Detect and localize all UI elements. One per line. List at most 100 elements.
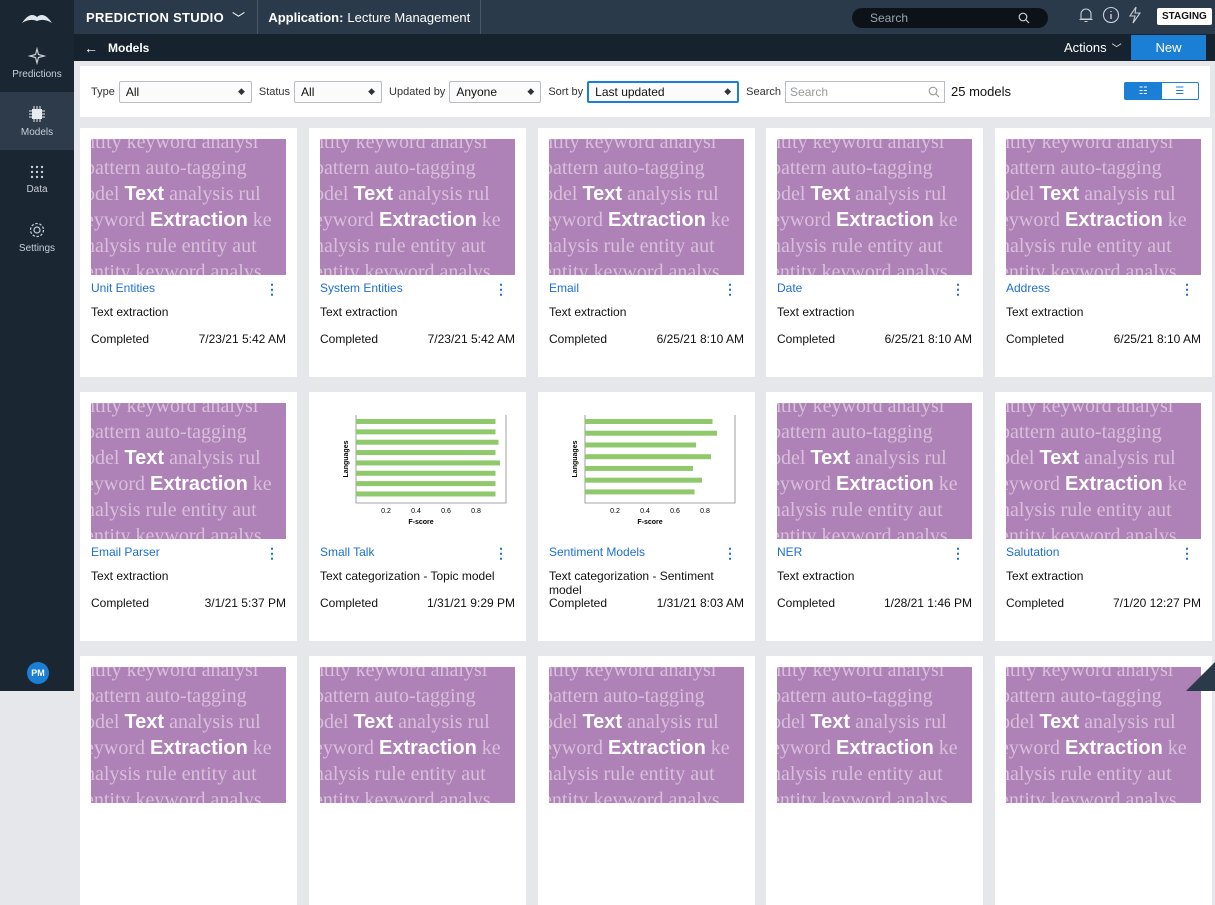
model-title-link[interactable]: Email Parser [91,545,160,559]
kebab-menu-icon[interactable]: ⋮ [1180,281,1194,298]
model-thumbnail: ntity keyword analysi pattern auto-taggin… [777,667,972,803]
page-header: ← Models Actions ﹀ New [74,34,1215,61]
sidebar-item-label: Settings [18,242,56,254]
model-title-link[interactable]: Salutation [1006,545,1059,559]
grid-view-icon[interactable]: ☷ [1125,83,1162,99]
model-card[interactable]: ntity keyword analysi pattern auto-taggin… [80,392,297,641]
model-status: Completed [549,596,608,610]
model-status: Completed [320,596,379,610]
model-title-link[interactable]: Address [1006,281,1050,295]
sparkle-icon [28,46,46,65]
kebab-menu-icon[interactable]: ⋮ [723,545,737,562]
x-tick-label: 0.2 [610,508,620,515]
updated-by-select[interactable]: Anyone ◆ [449,80,542,103]
model-card[interactable]: 0.2 0.4 0.6 0.8 F-score Languages Small Talk ⋮ T… [309,392,526,641]
filter-bar: Type All ◆ Status All ◆ Updated by Anyone ◆… [80,66,1210,117]
model-card[interactable]: ntity keyword analysi pattern auto-taggin… [766,392,983,641]
info-icon[interactable] [1102,6,1120,24]
status-value: All [301,84,315,99]
sidebar-item-data[interactable]: Data [0,150,74,208]
model-thumbnail: ntity keyword analysi pattern auto-taggin… [549,139,744,275]
sort-by-select[interactable]: Last updated ◆ [587,80,740,103]
model-thumbnail: ntity keyword analysi pattern auto-taggin… [1006,139,1201,275]
model-title-link[interactable]: Email [549,281,579,295]
model-status: Completed [91,332,150,346]
kebab-menu-icon[interactable]: ⋮ [265,281,279,298]
model-card[interactable]: ntity keyword analysi pattern auto-taggin… [995,392,1212,641]
kebab-menu-icon[interactable]: ⋮ [723,281,737,298]
model-title-link[interactable]: System Entities [320,281,403,295]
kebab-menu-icon[interactable]: ⋮ [265,545,279,562]
model-type: Text extraction [320,305,398,319]
sidebar-item-settings[interactable]: Settings [0,208,74,266]
studio-name: PREDICTION STUDIO [86,9,224,25]
model-search-input[interactable]: Search [785,80,946,103]
model-card[interactable]: ntity keyword analysi pattern auto-taggin… [309,128,526,377]
model-thumbnail: ntity keyword analysi pattern auto-taggin… [1006,403,1201,539]
model-card[interactable]: ntity keyword analysi pattern auto-taggin… [766,128,983,377]
application-prefix: Application: [268,9,344,25]
settings-corner-icon[interactable] [1186,662,1215,691]
new-button[interactable]: New [1131,35,1206,60]
back-arrow-icon[interactable]: ← [74,40,108,56]
view-toggle: ☷ ☰ [1124,82,1199,100]
chart-bar [356,460,500,466]
chart-bar [356,470,496,476]
chart-thumbnail: 0.2 0.4 0.6 0.8 F-score Languages [320,403,515,539]
model-card[interactable]: ntity keyword analysi pattern auto-taggin… [538,128,755,377]
model-card[interactable]: ntity keyword analysi pattern auto-taggin… [309,656,526,905]
y-axis-label: Languages [572,440,579,477]
model-title-link[interactable]: Small Talk [320,545,374,559]
actions-menu-button[interactable]: Actions ﹀ [1064,34,1122,61]
sidebar-item-models[interactable]: Models [0,92,74,150]
model-type: Text extraction [91,569,169,583]
sidebar-item-label: Models [20,126,54,138]
y-axis-label: Languages [343,440,350,477]
model-type: Text categorization - Sentiment model [549,569,714,597]
type-label: Type [91,85,115,98]
x-tick-label: 0.6 [441,508,451,515]
model-title-link[interactable]: NER [777,545,802,559]
left-sidebar: Predictions Models Data Settings PM [0,0,74,691]
model-thumbnail: ntity keyword analysi pattern auto-taggin… [320,667,515,803]
chart-bar [356,429,496,435]
kebab-menu-icon[interactable]: ⋮ [494,281,508,298]
model-title-link[interactable]: Sentiment Models [549,545,645,559]
chart-bar [356,481,496,487]
model-card[interactable]: ntity keyword analysi pattern auto-taggin… [80,128,297,377]
type-select[interactable]: All ◆ [118,80,252,103]
f-score-chart: 0.2 0.4 0.6 0.8 F-score Languages [343,415,507,526]
status-select[interactable]: All ◆ [294,80,383,103]
sidebar-item-predictions[interactable]: Predictions [0,34,74,92]
sort-by-value: Last updated [595,84,665,99]
model-card[interactable]: ntity keyword analysi pattern auto-taggin… [995,656,1212,905]
model-title-link[interactable]: Date [777,281,802,295]
model-status: Completed [320,332,379,346]
chevron-down-icon: ﹀ [1111,44,1122,55]
model-card[interactable]: ntity keyword analysi pattern auto-taggin… [995,128,1212,377]
avatar[interactable]: PM [27,662,49,684]
kebab-menu-icon[interactable]: ⋮ [951,281,965,298]
studio-switcher[interactable]: PREDICTION STUDIO ﹀ [74,0,259,34]
model-card[interactable]: 0.2 0.4 0.6 0.8 F-score Languages Sentiment Mo… [538,392,755,641]
model-card[interactable]: ntity keyword analysi pattern auto-taggin… [538,656,755,905]
model-type: Text extraction [777,305,855,319]
logo-icon[interactable] [0,0,74,34]
chart-bar [585,454,711,460]
model-updated-date: 1/31/21 9:29 PM [426,596,515,610]
model-title-link[interactable]: Unit Entities [91,281,155,295]
bell-icon[interactable] [1078,6,1094,24]
f-score-chart: 0.2 0.4 0.6 0.8 F-score Languages [572,415,736,526]
list-view-icon[interactable]: ☰ [1162,83,1199,99]
sidebar-item-label: Predictions [12,68,62,80]
kebab-menu-icon[interactable]: ⋮ [951,545,965,562]
model-card[interactable]: ntity keyword analysi pattern auto-taggin… [766,656,983,905]
lightning-icon[interactable] [1128,6,1142,24]
global-search-input[interactable]: Search [852,8,1048,28]
model-card[interactable]: ntity keyword analysi pattern auto-taggin… [80,656,297,905]
kebab-menu-icon[interactable]: ⋮ [1180,545,1194,562]
model-status: Completed [91,596,150,610]
model-thumbnail: ntity keyword analysi pattern auto-taggin… [1006,667,1201,803]
chevron-down-icon: ﹀ [232,10,246,26]
kebab-menu-icon[interactable]: ⋮ [494,545,508,562]
